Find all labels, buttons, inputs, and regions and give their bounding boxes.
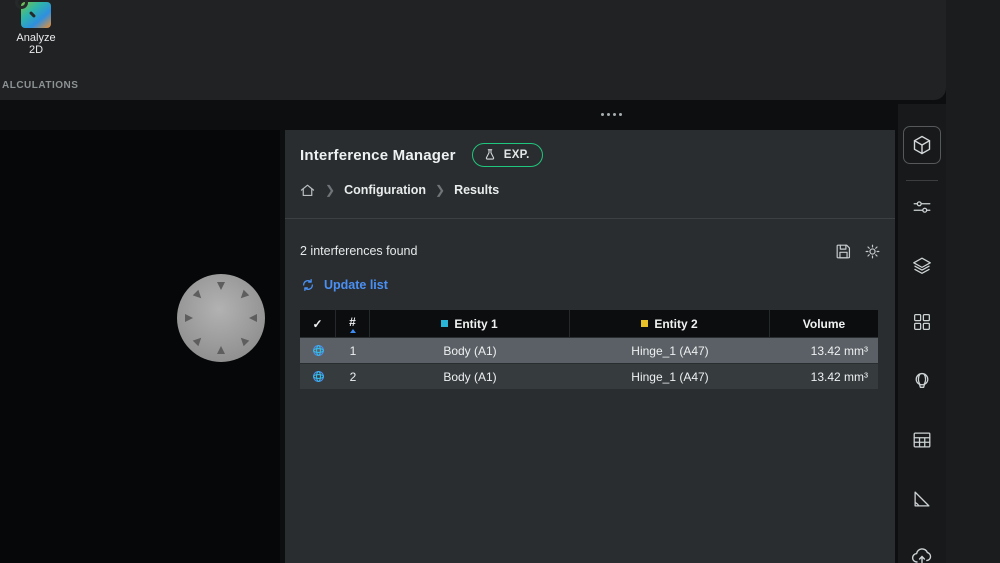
assembly-cube-icon (910, 133, 934, 157)
lightbulb-rays-icon (863, 242, 882, 261)
update-list-label: Update list (324, 278, 388, 292)
cloud-button[interactable] (910, 544, 934, 563)
row-number: 2 (336, 364, 370, 389)
assembly-cube-button[interactable] (903, 126, 941, 164)
toolbar-separator (906, 180, 938, 181)
volume-cell: 13.42 mm³ (770, 338, 878, 363)
cloud-icon (910, 544, 934, 563)
filter-sliders-button[interactable] (910, 195, 934, 219)
entity2-cell[interactable]: Hinge_1 (A47) (570, 364, 770, 389)
save-icon (834, 242, 853, 261)
breadcrumb: ❯ Configuration ❯ Results (299, 178, 499, 202)
analyze-2d-label-line2: 2D (6, 44, 66, 56)
analyze-2d-tool[interactable]: Analyze 2D (6, 0, 66, 56)
balloon-icon (911, 371, 933, 393)
chevron-right-icon: ❯ (435, 183, 445, 197)
table-header-row: ✓ # Entity 1 Entity 2 Volume (300, 310, 878, 337)
filter-sliders-icon (911, 196, 933, 218)
sort-ascending-icon (350, 329, 356, 333)
chevron-right-icon: ❯ (325, 183, 335, 197)
measure-angle-icon (911, 488, 933, 510)
layers-button[interactable] (910, 254, 934, 278)
analyze-2d-label-line1: Analyze (6, 32, 66, 44)
save-button[interactable] (832, 240, 854, 262)
measure-angle-button[interactable] (910, 487, 934, 511)
table-button[interactable] (910, 428, 934, 452)
components-grid-button[interactable] (910, 310, 934, 334)
orbit-navigation-wheel[interactable] (175, 272, 267, 364)
analyze-2d-icon (21, 2, 51, 28)
balloon-button[interactable] (910, 370, 934, 394)
interference-icon (310, 368, 327, 385)
row-number: 1 (336, 338, 370, 363)
flask-icon (483, 148, 497, 162)
lightbulb-button[interactable] (861, 240, 883, 262)
interference-manager-panel: Interference Manager EXP. ❯ Configuratio… (285, 130, 895, 563)
interference-icon (310, 342, 327, 359)
panel-title: Interference Manager (300, 147, 456, 164)
layers-icon (911, 255, 933, 277)
interference-table: ✓ # Entity 1 Entity 2 Volume (300, 310, 878, 389)
entity1-cell[interactable]: Body (A1) (370, 364, 570, 389)
entity1-column-header[interactable]: Entity 1 (370, 310, 570, 337)
magnifier-handle (29, 11, 36, 18)
calculations-section-label: ALCULATIONS (2, 80, 78, 91)
viewport-3d[interactable] (0, 130, 280, 563)
select-all-header[interactable]: ✓ (300, 310, 336, 337)
breadcrumb-configuration[interactable]: Configuration (344, 183, 426, 197)
checkmark-icon: ✓ (312, 317, 322, 331)
number-column-header[interactable]: # (336, 310, 370, 337)
top-toolbar: Analyze 2D ALCULATIONS (0, 0, 946, 100)
home-icon[interactable] (299, 182, 316, 199)
interference-count-text: 2 interferences found (300, 244, 417, 258)
right-sidebar-toolbar (898, 104, 946, 563)
experimental-badge-label: EXP. (504, 149, 530, 161)
panel-resize-handle[interactable] (601, 113, 622, 116)
entity2-column-header[interactable]: Entity 2 (570, 310, 770, 337)
entity2-cell[interactable]: Hinge_1 (A47) (570, 338, 770, 363)
table-row[interactable]: 1 Body (A1) Hinge_1 (A47) 13.42 mm³ (300, 338, 878, 363)
panel-divider (285, 218, 895, 219)
table-row[interactable]: 2 Body (A1) Hinge_1 (A47) 13.42 mm³ (300, 364, 878, 389)
components-grid-icon (911, 311, 933, 333)
volume-cell: 13.42 mm³ (770, 364, 878, 389)
entity1-cell[interactable]: Body (A1) (370, 338, 570, 363)
update-list-link[interactable]: Update list (300, 277, 388, 293)
table-icon (911, 429, 933, 451)
magnifier-icon (15, 0, 28, 9)
experimental-badge[interactable]: EXP. (472, 143, 543, 167)
right-edge-strip (946, 0, 1000, 563)
breadcrumb-results[interactable]: Results (454, 183, 499, 197)
volume-column-header[interactable]: Volume (770, 310, 878, 337)
refresh-icon (300, 277, 316, 293)
entity2-color-swatch (641, 320, 648, 327)
entity1-color-swatch (441, 320, 448, 327)
